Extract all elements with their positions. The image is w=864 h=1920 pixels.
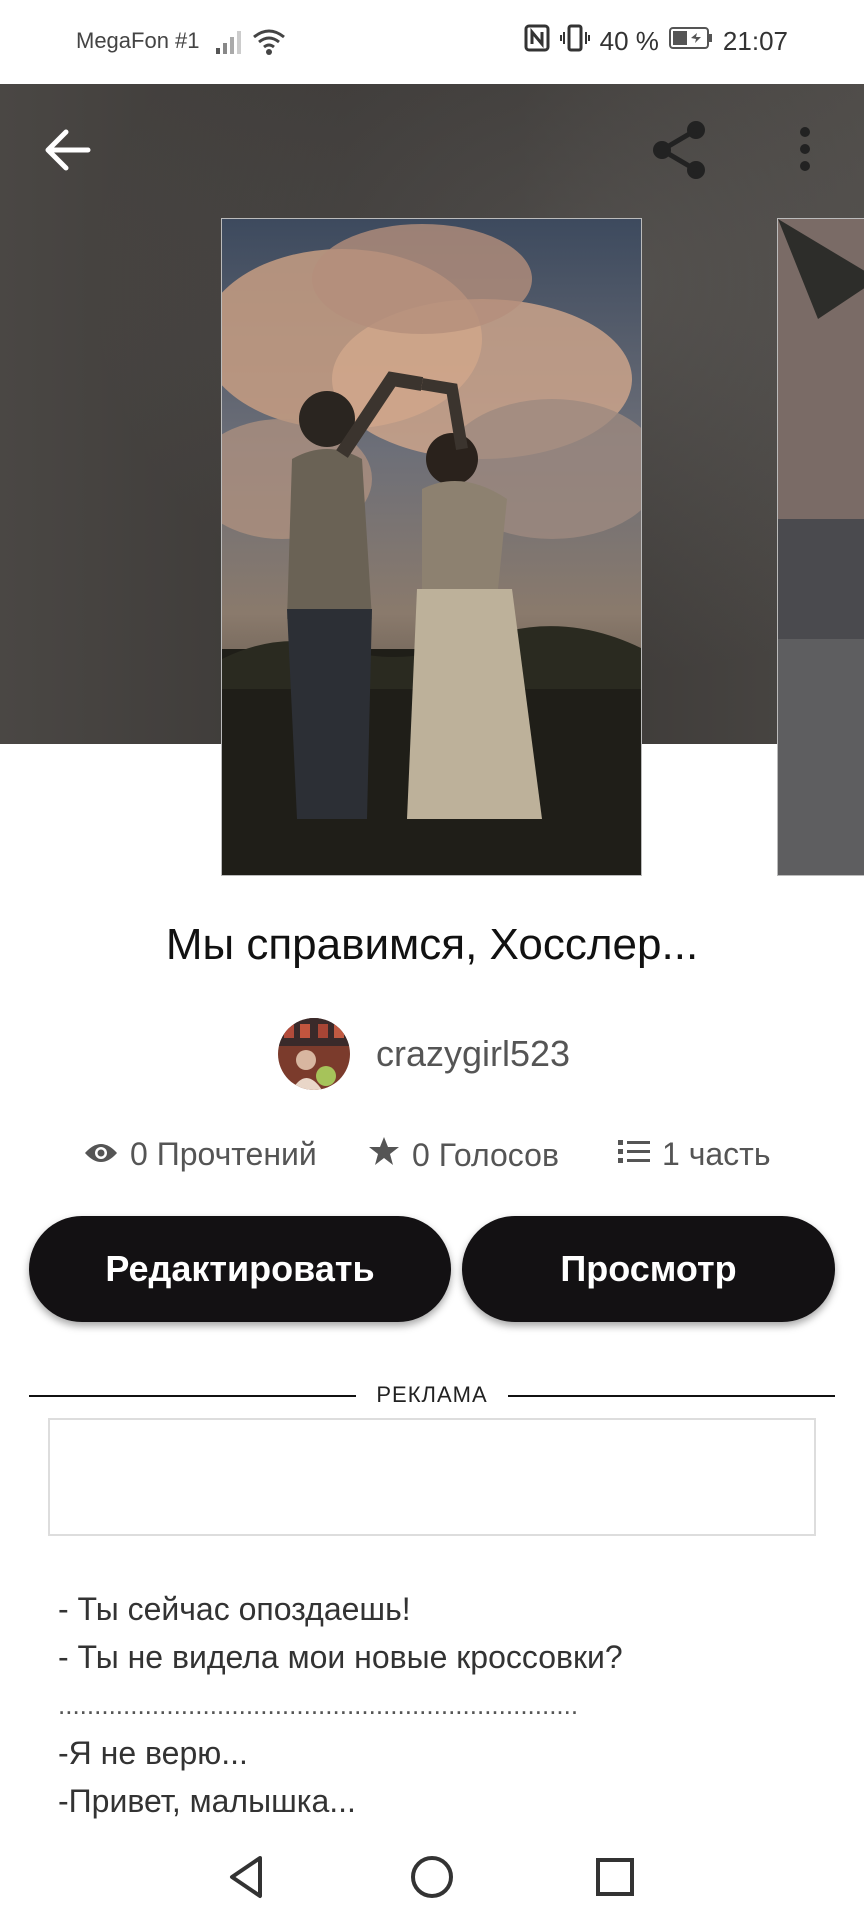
parts-stat[interactable]: 1 часть <box>618 1136 770 1173</box>
status-right: 40 % 21:07 <box>524 24 788 59</box>
eye-icon <box>84 1136 118 1173</box>
ad-placeholder[interactable] <box>48 1418 816 1536</box>
back-button[interactable] <box>42 128 92 172</box>
nfc-icon <box>524 24 550 59</box>
arrow-left-icon <box>42 129 92 176</box>
story-line: -Привет, малышка... <box>58 1783 356 1819</box>
author-row[interactable]: crazygirl523 <box>278 1018 570 1090</box>
nav-back-button[interactable] <box>222 1852 272 1902</box>
system-nav-bar <box>0 1830 864 1920</box>
nav-home-button[interactable] <box>407 1852 457 1902</box>
next-book-cover[interactable] <box>777 218 864 876</box>
square-recents-icon <box>590 1858 640 1906</box>
wifi-icon <box>252 28 286 61</box>
more-options-button[interactable] <box>790 124 820 174</box>
circle-home-icon <box>407 1856 457 1906</box>
triangle-back-icon <box>222 1856 272 1906</box>
reads-count: 0 Прочтений <box>130 1136 317 1172</box>
star-icon <box>368 1136 400 1174</box>
story-line: -Я не верю... <box>58 1735 248 1771</box>
votes-stat: 0 Голосов <box>368 1136 559 1174</box>
vibrate-icon <box>559 24 590 59</box>
list-icon <box>618 1136 650 1173</box>
status-bar: MegaFon #1 40 % 21:07 <box>0 0 864 84</box>
more-vertical-icon <box>790 127 820 178</box>
avatar[interactable] <box>278 1018 350 1090</box>
author-name[interactable]: crazygirl523 <box>376 1033 570 1075</box>
share-icon <box>650 121 708 184</box>
share-button[interactable] <box>650 120 708 180</box>
story-line: - Ты не видела мои новые кроссовки? <box>58 1639 623 1675</box>
story-line: - Ты сейчас опоздаешь! <box>58 1591 411 1627</box>
clock: 21:07 <box>722 26 788 56</box>
battery-icon <box>668 26 713 57</box>
battery-percent: 40 % <box>599 26 659 56</box>
nav-recents-button[interactable] <box>590 1852 640 1902</box>
ad-label: РЕКЛАМА <box>376 1382 488 1407</box>
book-cover-image[interactable] <box>221 218 642 876</box>
edit-button[interactable]: Редактировать <box>29 1216 451 1322</box>
votes-count: 0 Голосов <box>412 1136 559 1173</box>
story-title: Мы справимся, Хосслер... <box>165 920 699 969</box>
carrier-label: MegaFon #1 <box>76 28 200 53</box>
parts-count[interactable]: 1 часть <box>662 1136 770 1173</box>
preview-button[interactable]: Просмотр <box>462 1216 835 1322</box>
story-excerpt: - Ты сейчас опоздаешь! - Ты не видела мо… <box>58 1585 623 1825</box>
reads-stat: 0 Прочтений <box>84 1136 317 1173</box>
story-stats: 0 Прочтений 0 Голосов 1 часть <box>0 1136 864 1182</box>
signal-icon <box>216 30 242 59</box>
story-line: ........................................… <box>58 1690 579 1720</box>
